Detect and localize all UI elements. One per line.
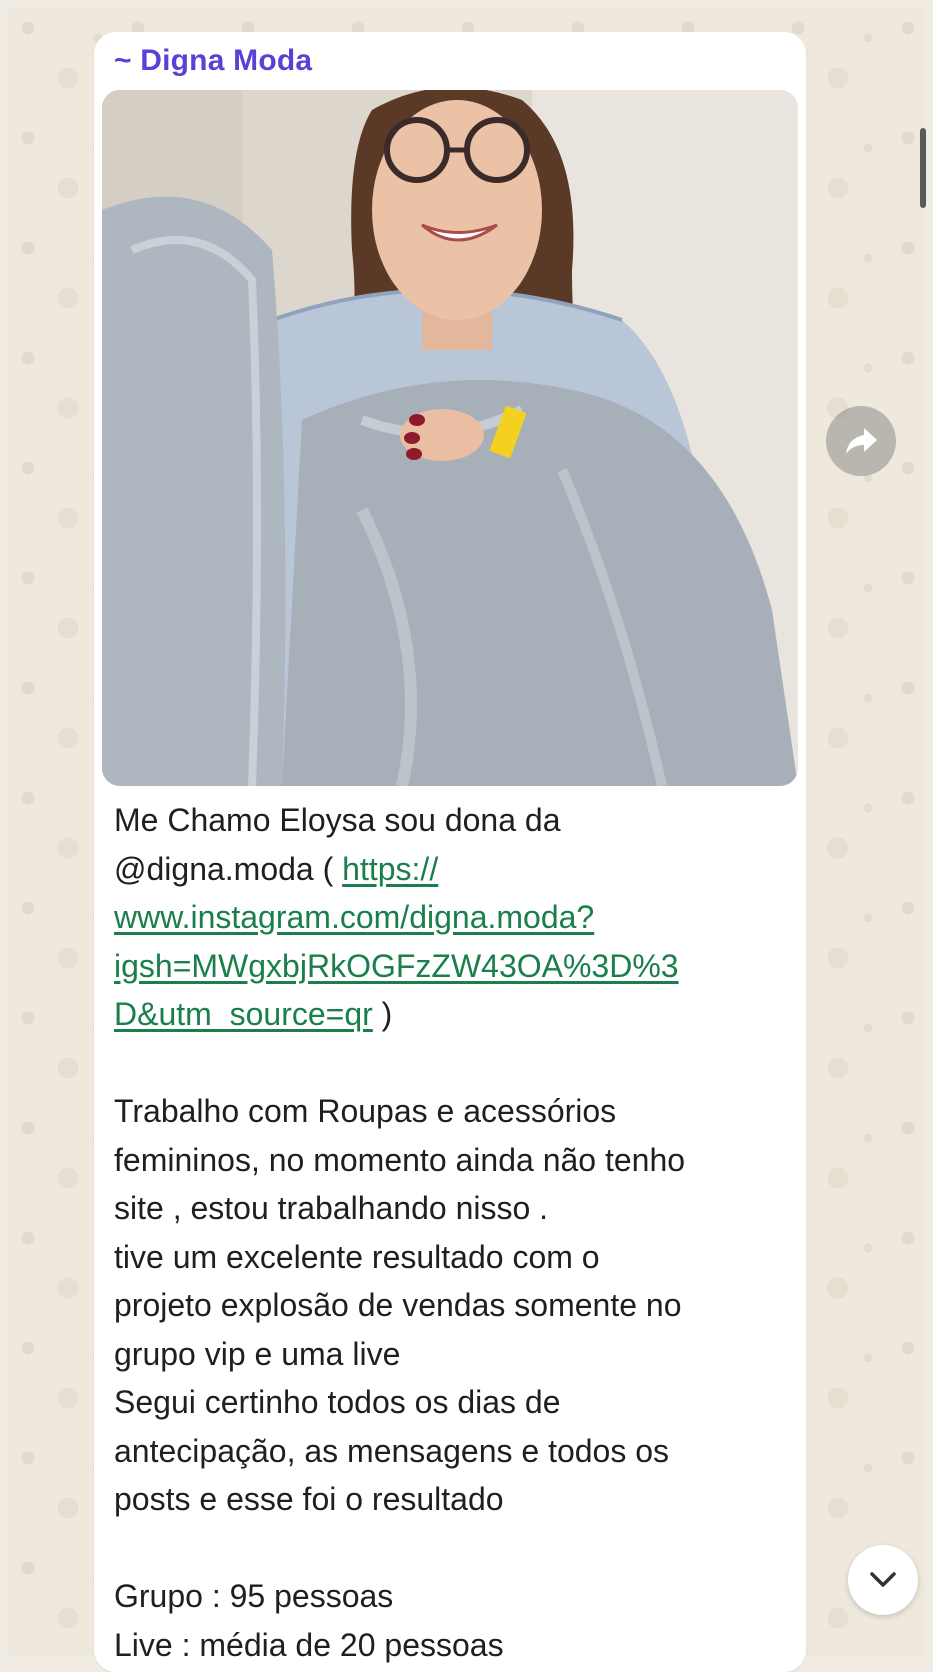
message-line: grupo vip e uma live (114, 1335, 401, 1372)
message-line: igsh=MWgxbjRkOGFzZW43OA%3D%3 (114, 942, 784, 991)
message-text: Me Chamo Eloysa sou dona da @digna.moda (… (114, 796, 784, 1669)
message-line: Live : média de 20 pessoas (114, 1626, 504, 1663)
message-line: antecipação, as mensagens e todos os (114, 1432, 670, 1469)
message-photo[interactable] (102, 90, 798, 786)
forward-icon (846, 428, 877, 454)
message-bubble[interactable]: ~ Digna Moda Me Chamo Eloysa sou dona da… (94, 32, 806, 1672)
message-line: femininos, no momento ainda não tenho (114, 1141, 686, 1178)
message-line: projeto explosão de vendas somente no (114, 1287, 682, 1323)
message-line: Grupo : 95 pessoas (114, 1578, 394, 1614)
message-line: site , estou trabalhando nisso . (114, 1190, 549, 1226)
instagram-link[interactable]: D&utm_source=qr (114, 996, 373, 1032)
message-line: D&utm_source=qr ) (114, 990, 784, 1039)
instagram-link[interactable]: www.instagram.com/digna.moda? (114, 899, 594, 935)
message-line: www.instagram.com/digna.moda? (114, 893, 784, 942)
message-line: Trabalho com Roupas e acessórios (114, 1093, 617, 1129)
edge-handle (920, 128, 926, 208)
photo-illustration (102, 90, 798, 786)
forward-button[interactable] (826, 406, 896, 476)
message-line: Me Chamo Eloysa sou dona da (114, 802, 561, 838)
line-text: ) (372, 996, 393, 1032)
scroll-down-button[interactable] (848, 1545, 918, 1615)
line-text: @digna.moda ( (114, 850, 343, 887)
message-line: Segui certinho todos os dias de (114, 1384, 561, 1420)
chevron-down-icon (870, 1572, 896, 1587)
message-line: tive um excelente resultado com o (114, 1238, 600, 1275)
instagram-link[interactable]: https:// (342, 851, 438, 887)
message-line: posts e esse foi o resultado (114, 1481, 504, 1517)
message-line: @digna.moda ( https:// (114, 845, 784, 894)
instagram-link[interactable]: igsh=MWgxbjRkOGFzZW43OA%3D%3 (114, 948, 679, 984)
sender-name[interactable]: ~ Digna Moda (114, 44, 312, 78)
